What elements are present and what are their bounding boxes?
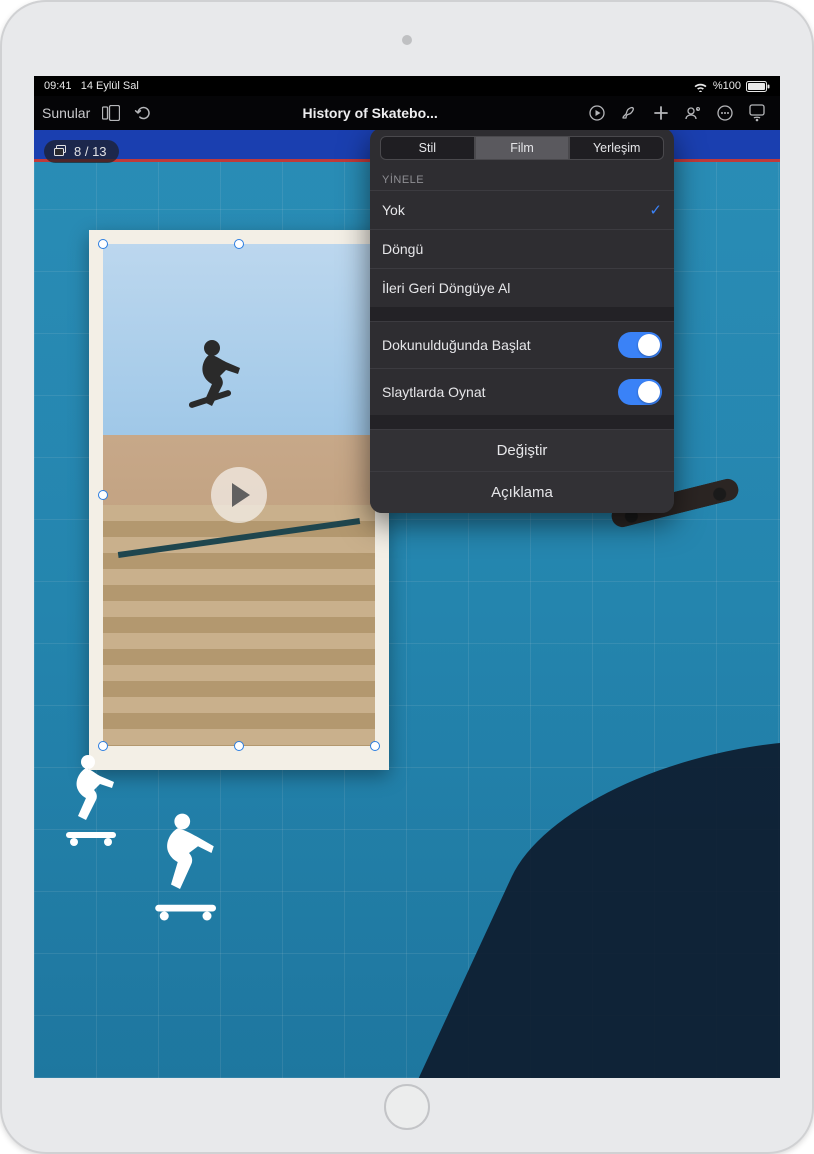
repeat-option-label: Yok <box>382 202 405 218</box>
playback-toggles: Dokunulduğunda Başlat Slaytlarda Oynat <box>370 321 674 415</box>
format-tabs: Stil Film Yerleşim <box>370 130 674 168</box>
repeat-option-label: İleri Geri Döngüye Al <box>382 280 510 296</box>
undo-icon[interactable] <box>128 98 158 128</box>
wifi-icon <box>693 81 708 92</box>
tab-style[interactable]: Stil <box>380 136 475 160</box>
status-right: %100 <box>693 80 770 92</box>
repeat-option-label: Döngü <box>382 241 423 257</box>
tab-movie[interactable]: Film <box>475 136 570 160</box>
video-object[interactable] <box>89 230 389 770</box>
add-icon[interactable] <box>646 98 676 128</box>
slide-navigator-icon[interactable] <box>96 98 126 128</box>
format-brush-icon[interactable] <box>614 98 644 128</box>
toggle-start-on-tap-row: Dokunulduğunda Başlat <box>370 321 674 368</box>
toggle-label: Dokunulduğunda Başlat <box>382 337 531 353</box>
checkmark-icon: ✓ <box>646 201 662 219</box>
replace-button[interactable]: Değiştir <box>370 429 674 471</box>
present-view-icon[interactable] <box>742 98 772 128</box>
battery-icon <box>746 81 770 92</box>
toggle-play-across-slides[interactable] <box>618 379 662 405</box>
play-icon[interactable] <box>582 98 612 128</box>
back-button[interactable]: Sunular <box>42 105 94 121</box>
slide-counter[interactable]: 8 / 13 <box>44 140 119 163</box>
format-popover: Stil Film Yerleşim YİNELE Yok ✓ Döngü ✓ <box>370 130 674 513</box>
slides-icon <box>54 145 68 159</box>
front-camera-dot <box>402 35 412 45</box>
tab-arrange[interactable]: Yerleşim <box>569 136 664 160</box>
collaborate-icon[interactable] <box>678 98 708 128</box>
repeat-section-title: YİNELE <box>370 168 674 190</box>
repeat-option-none[interactable]: Yok ✓ <box>370 190 674 229</box>
status-left: 09:41 14 Eylül Sal <box>44 80 139 92</box>
repeat-option-loop[interactable]: Döngü ✓ <box>370 229 674 268</box>
checkmark-icon: ✓ <box>646 240 662 258</box>
skater-silhouette-icon <box>54 748 134 848</box>
skater-silhouette-icon <box>144 808 234 918</box>
ipad-device-frame: 09:41 14 Eylül Sal %100 Sunular <box>0 0 814 1154</box>
app-toolbar: Sunular History of Skatebo... <box>34 96 780 130</box>
screen: 09:41 14 Eylül Sal %100 Sunular <box>34 76 780 1078</box>
slide-canvas[interactable]: 8 / 13 <box>34 130 780 1078</box>
toggle-start-on-tap[interactable] <box>618 332 662 358</box>
repeat-options-list: Yok ✓ Döngü ✓ İleri Geri Döngüye Al ✓ <box>370 190 674 307</box>
status-bar: 09:41 14 Eylül Sal %100 <box>34 76 780 96</box>
toggle-play-across-slides-row: Slaytlarda Oynat <box>370 368 674 415</box>
toggle-label: Slaytlarda Oynat <box>382 384 486 400</box>
checkmark-icon: ✓ <box>646 279 662 297</box>
battery-percent: %100 <box>713 80 741 92</box>
home-button[interactable] <box>384 1084 430 1130</box>
video-thumbnail <box>103 244 375 746</box>
description-button[interactable]: Açıklama <box>370 471 674 513</box>
play-overlay-icon[interactable] <box>211 467 267 523</box>
repeat-option-loop-back-forth[interactable]: İleri Geri Döngüye Al ✓ <box>370 268 674 307</box>
status-time: 09:41 <box>44 80 72 92</box>
more-icon[interactable] <box>710 98 740 128</box>
status-date: 14 Eylül Sal <box>81 80 139 92</box>
document-title[interactable]: History of Skatebo... <box>280 105 460 121</box>
slide-counter-text: 8 / 13 <box>74 144 107 159</box>
